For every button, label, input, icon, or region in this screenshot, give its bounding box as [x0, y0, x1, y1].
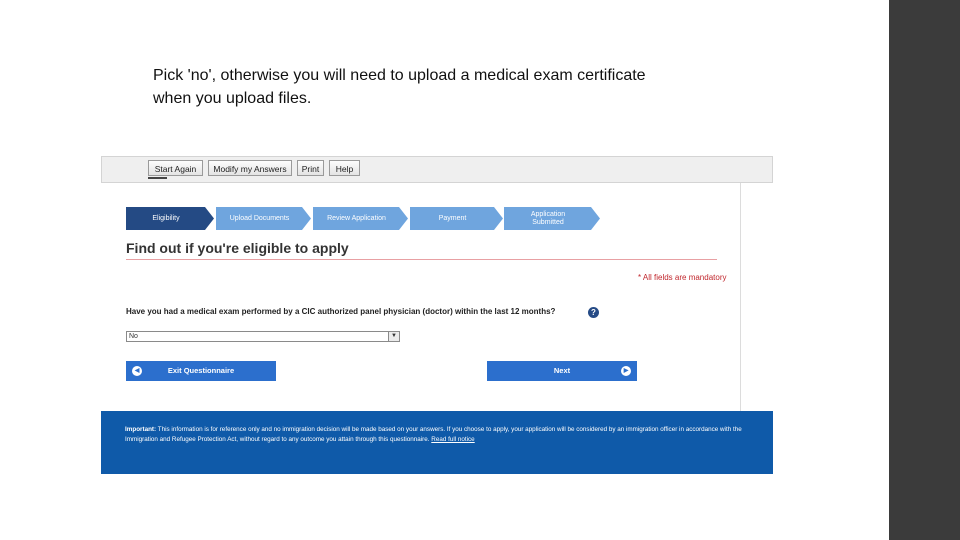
- exit-questionnaire-button[interactable]: ◀ Exit Questionnaire: [126, 361, 276, 381]
- next-button[interactable]: Next ▶: [487, 361, 637, 381]
- content-border: [740, 183, 741, 411]
- step-eligibility: Eligibility: [126, 207, 214, 230]
- read-full-notice-link[interactable]: Read full notice: [431, 436, 474, 443]
- select-value: No: [129, 333, 138, 340]
- step-upload-documents: Upload Documents: [216, 207, 311, 230]
- modify-answers-button[interactable]: Modify my Answers: [208, 160, 292, 176]
- step-label: Upload Documents: [229, 214, 290, 222]
- title-divider: [126, 259, 717, 260]
- toolbar: Start Again Modify my Answers Print Help: [101, 156, 773, 183]
- exit-label: Exit Questionnaire: [167, 366, 235, 375]
- slide-caption: Pick 'no', otherwise you will need to up…: [153, 67, 646, 107]
- step-label: Application Submitted: [530, 210, 566, 226]
- arrow-right-icon: ▶: [621, 366, 631, 376]
- step-label: Payment: [438, 214, 467, 222]
- step-application-submitted: Application Submitted: [504, 207, 600, 230]
- medical-exam-select[interactable]: No ▼: [126, 331, 400, 342]
- next-label: Next: [553, 366, 571, 375]
- important-notice: Important: This information is for refer…: [101, 411, 773, 474]
- mandatory-note: * All fields are mandatory: [638, 273, 727, 282]
- page-title: Find out if you're eligible to apply: [126, 240, 349, 256]
- help-button[interactable]: Help: [329, 160, 360, 176]
- start-again-button[interactable]: Start Again: [148, 160, 203, 176]
- step-label: Eligibility: [152, 214, 180, 222]
- print-button[interactable]: Print: [297, 160, 324, 176]
- step-label: Review Application: [327, 214, 386, 222]
- slide-side-bar: [889, 0, 960, 540]
- chevron-down-icon: ▼: [388, 332, 399, 341]
- arrow-left-icon: ◀: [132, 366, 142, 376]
- toolbar-underline: [148, 177, 167, 179]
- help-icon[interactable]: ?: [588, 307, 599, 318]
- step-payment: Payment: [410, 207, 503, 230]
- important-label: Important:: [125, 426, 157, 433]
- question-label: Have you had a medical exam performed by…: [126, 307, 556, 316]
- step-review-application: Review Application: [313, 207, 408, 230]
- screenshot-panel: Start Again Modify my Answers Print Help…: [101, 156, 773, 474]
